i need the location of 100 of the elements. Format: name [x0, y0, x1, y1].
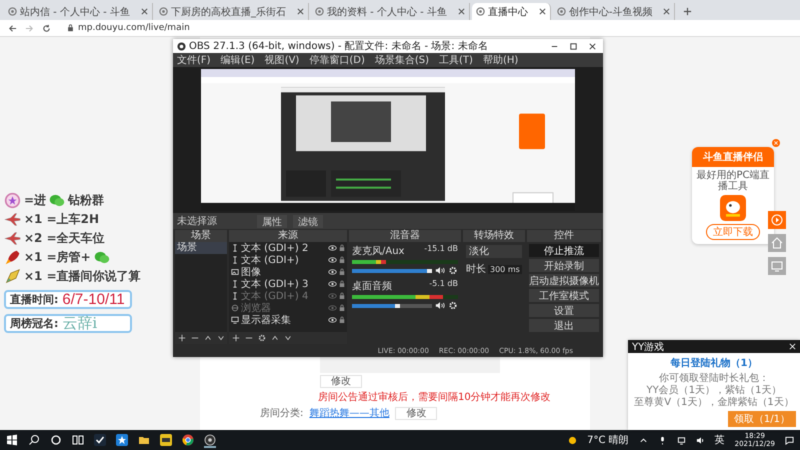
folder-icon[interactable] — [138, 434, 150, 446]
channel-name: 桌面音频 — [352, 280, 392, 293]
gift-rule-text: 钻粉群 — [68, 192, 104, 209]
dock-title: 来源 — [229, 230, 347, 242]
url-text[interactable]: mp.douyu.com/live/main — [78, 23, 190, 33]
search-icon[interactable] — [28, 434, 40, 446]
volume-slider[interactable] — [352, 304, 432, 308]
source-item[interactable]: 浏览器 — [241, 301, 326, 315]
browser-tab[interactable]: 直播中心 — [472, 3, 551, 20]
browser-icon[interactable] — [182, 434, 194, 446]
speaker-icon[interactable] — [696, 436, 705, 444]
text-cursor-icon — [231, 256, 239, 264]
notification-text: YY会员（1天），紫钻（1天） — [646, 385, 782, 396]
scene-item[interactable]: 场景 — [175, 242, 227, 254]
category-edit-button[interactable]: 修改 — [395, 406, 438, 420]
sponsor-value: 云辞i — [62, 314, 98, 333]
duration-field[interactable]: 300 ms — [488, 264, 522, 274]
control-button[interactable]: 退出 — [529, 319, 599, 332]
lock-icon[interactable] — [339, 280, 345, 288]
network-icon[interactable] — [676, 436, 686, 444]
text-cursor-icon — [231, 292, 239, 300]
source-item[interactable]: 图像 — [241, 265, 326, 279]
lock-icon[interactable] — [339, 292, 345, 300]
maximize-icon[interactable] — [569, 42, 578, 50]
gift-rule-text: ×1 =上车2H — [24, 211, 100, 228]
speaker-icon[interactable] — [435, 266, 445, 275]
menu-item[interactable]: 视图(V) — [264, 53, 300, 67]
close-icon[interactable] — [538, 8, 546, 15]
site-icon — [476, 7, 485, 16]
new-tab-icon[interactable] — [683, 7, 692, 16]
source-item[interactable]: 文本 (GDI+) — [241, 253, 326, 267]
back-arrow-icon[interactable] — [8, 24, 17, 32]
menu-item[interactable]: 停靠窗口(D) — [309, 53, 365, 67]
input-method-indicator[interactable]: 英 — [714, 433, 725, 447]
checkmark-icon[interactable] — [94, 434, 106, 446]
speaker-icon[interactable] — [435, 301, 445, 310]
source-item[interactable]: 显示器采集 — [241, 313, 326, 327]
channel-name: 麦克风/Aux — [352, 244, 404, 258]
text-cursor-icon — [231, 280, 239, 288]
source-item[interactable]: 文本 (GDI+) 3 — [241, 277, 326, 291]
circle-icon[interactable] — [50, 434, 62, 446]
monitor-icon — [231, 316, 239, 324]
lock-icon[interactable] — [339, 316, 345, 324]
ad-title: 斗鱼直播伴侣 — [692, 147, 774, 167]
move-down-icon[interactable] — [217, 334, 225, 342]
menu-item[interactable]: 场景集合(S) — [374, 53, 430, 67]
transition-dropdown[interactable]: 淡化 — [466, 245, 522, 258]
category-link[interactable]: 舞蹈热舞——其他 — [309, 406, 390, 420]
channel-reading: -15.1 dB — [424, 244, 458, 255]
move-up-icon[interactable] — [271, 334, 279, 342]
lock-icon[interactable] — [339, 244, 345, 252]
category-label: 房间分类: — [260, 406, 304, 420]
control-button[interactable]: 设置 — [529, 304, 599, 317]
context-button[interactable]: 属性 — [257, 214, 287, 228]
spaceship-icon — [4, 268, 21, 285]
menu-item[interactable]: 编辑(E) — [220, 53, 255, 67]
star-app-icon[interactable] — [116, 434, 128, 446]
no-source-label: 未选择源 — [177, 214, 218, 228]
notification-center-icon[interactable] — [785, 436, 794, 444]
settings-icon[interactable] — [258, 334, 266, 342]
source-item[interactable]: 文本 (GDI+) 4 — [241, 289, 326, 303]
control-button[interactable]: 开始录制 — [529, 259, 599, 272]
control-button[interactable]: 停止推流 — [529, 244, 599, 257]
reload-icon[interactable] — [42, 24, 51, 32]
windows-logo-icon[interactable] — [6, 434, 18, 446]
app-icon — [720, 195, 746, 221]
recorder-app-icon[interactable] — [204, 434, 216, 446]
close-icon[interactable] — [588, 42, 597, 50]
edit-button[interactable]: 修改 — [320, 375, 362, 388]
sun-icon[interactable] — [568, 436, 578, 444]
add-icon[interactable] — [178, 334, 186, 342]
app-icon[interactable] — [160, 434, 172, 446]
notification-text: 至尊黄V（1天），金牌紫钻（1天） — [634, 397, 794, 409]
window-title: OBS 27.1.3 (64-bit, windows) - 配置文件: 未命名 - 场景: 未命名 — [189, 40, 489, 53]
move-up-icon[interactable] — [204, 334, 212, 342]
notification-text: 你可领取登陆时长礼包： — [659, 373, 769, 384]
menu-item[interactable]: 工具(T) — [439, 53, 473, 67]
badge-icon — [4, 192, 21, 209]
task-view-icon[interactable] — [72, 434, 84, 446]
lock-icon[interactable] — [339, 268, 345, 276]
gift-rule-text: ×1 =直播间你说了算 — [24, 268, 141, 285]
menu-item[interactable]: 文件(F) — [177, 53, 211, 67]
control-button[interactable]: 启动虚拟摄像机 — [529, 274, 599, 287]
site-icon — [556, 7, 566, 16]
duration-label: 时长 — [466, 262, 486, 276]
lock-icon[interactable] — [339, 256, 345, 264]
gift-rule-text: =进 — [24, 192, 46, 209]
weather-text[interactable]: 7°C 晴朗 — [587, 433, 629, 447]
control-button[interactable]: 工作室模式 — [529, 289, 599, 302]
move-down-icon[interactable] — [284, 334, 292, 342]
rocket-icon — [4, 249, 21, 266]
menu-item[interactable]: 帮助(H) — [482, 53, 518, 67]
ad-subtitle: 最好用的PC端直播工具 — [695, 170, 770, 192]
site-icon — [8, 7, 17, 16]
play-icon[interactable] — [768, 211, 786, 229]
context-button[interactable]: 滤镜 — [293, 214, 323, 228]
lock-icon[interactable] — [339, 304, 345, 312]
add-icon[interactable] — [232, 334, 240, 342]
source-item[interactable]: 文本 (GDI+) 2 — [241, 242, 326, 255]
volume-slider[interactable] — [352, 268, 432, 272]
